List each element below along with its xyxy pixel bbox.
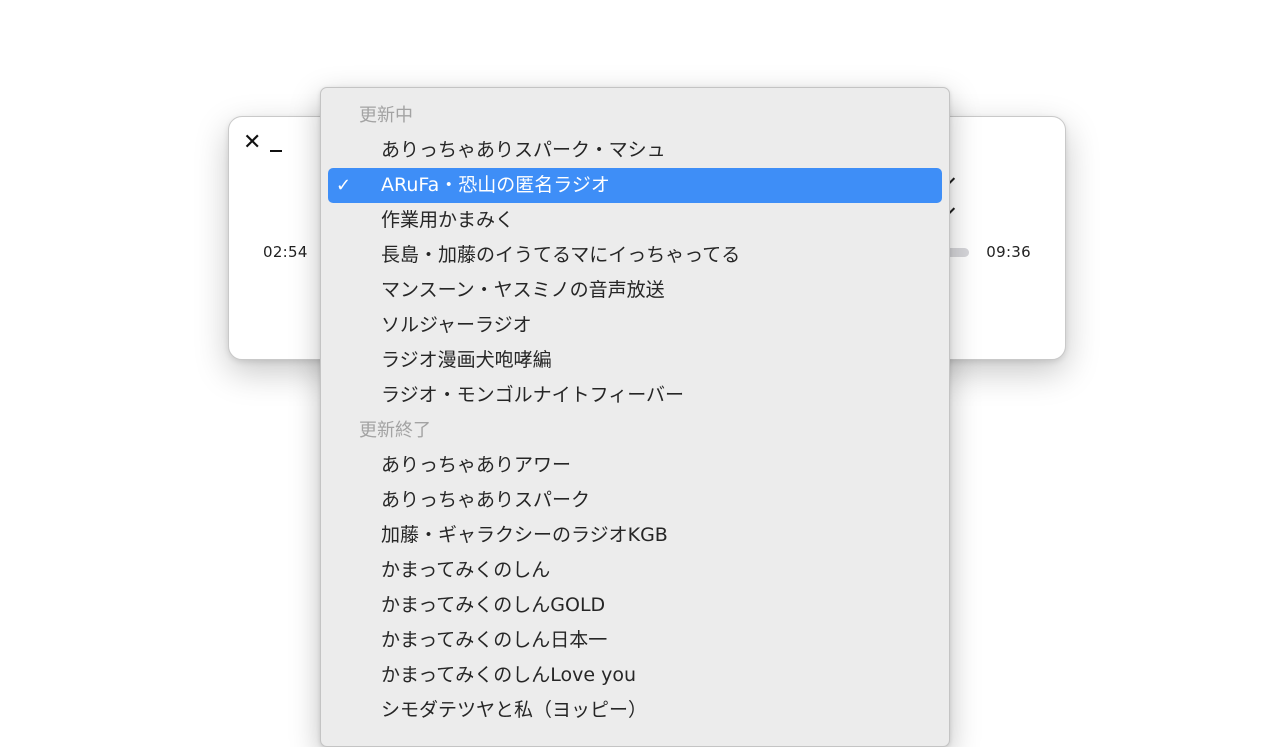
menu-item-label: 長島・加藤のイうてるマにイっちゃってる: [381, 244, 741, 266]
menu-item-label: かまってみくのしん日本一: [381, 629, 608, 651]
menu-item[interactable]: ありっちゃありアワー: [328, 448, 942, 483]
close-icon[interactable]: ✕: [243, 132, 261, 154]
menu-item-label: ありっちゃありアワー: [381, 454, 572, 476]
checkmark-icon: ✓: [336, 175, 352, 196]
menu-item[interactable]: 長島・加藤のイうてるマにイっちゃってる: [328, 238, 942, 273]
menu-item-selected[interactable]: ✓ ARuFa・恐山の匿名ラジオ: [328, 168, 942, 203]
menu-item-label: ラジオ漫画犬咆哮編: [381, 349, 552, 371]
menu-item-label: ありっちゃありスパーク: [381, 489, 591, 511]
menu-item-label: ARuFa・恐山の匿名ラジオ: [381, 174, 610, 196]
menu-item[interactable]: ソルジャーラジオ: [328, 308, 942, 343]
menu-item[interactable]: ありっちゃありスパーク: [328, 483, 942, 518]
menu-item-label: 加藤・ギャラクシーのラジオKGB: [381, 524, 668, 546]
menu-item-label: シモダテツヤと私（ヨッピー）: [381, 699, 648, 721]
menu-item[interactable]: かまってみくのしんLove you: [328, 658, 942, 693]
menu-item-label: かまってみくのしんGOLD: [381, 594, 606, 616]
menu-item[interactable]: ありっちゃありスパーク・マシュ: [328, 133, 942, 168]
menu-item[interactable]: かまってみくのしん: [328, 553, 942, 588]
menu-item-label: マンスーン・ヤスミノの音声放送: [381, 279, 665, 301]
menu-item[interactable]: かまってみくのしんGOLD: [328, 588, 942, 623]
program-dropdown-menu[interactable]: 更新中ありっちゃありスパーク・マシュ ✓ ARuFa・恐山の匿名ラジオ 作業用かまみく…: [320, 87, 950, 747]
menu-item[interactable]: ラジオ・モンゴルナイトフィーバー: [328, 378, 942, 413]
total-time: 09:36: [986, 243, 1031, 261]
menu-section-header: 更新終了: [359, 420, 431, 441]
menu-item[interactable]: かまってみくのしん日本一: [328, 623, 942, 658]
menu-item-label: かまってみくのしんLove you: [381, 664, 637, 686]
menu-section-header: 更新中: [359, 105, 413, 126]
menu-item-label: ソルジャーラジオ: [381, 314, 532, 336]
menu-item-label: ラジオ・モンゴルナイトフィーバー: [381, 384, 685, 406]
menu-item-label: ありっちゃありスパーク・マシュ: [381, 139, 666, 161]
menu-item-label: 作業用かまみく: [381, 209, 515, 231]
minimize-icon[interactable]: [269, 136, 283, 152]
menu-item[interactable]: 加藤・ギャラクシーのラジオKGB: [328, 518, 942, 553]
menu-item-label: かまってみくのしん: [381, 559, 551, 581]
menu-item[interactable]: シモダテツヤと私（ヨッピー）: [328, 693, 942, 728]
menu-item[interactable]: ラジオ漫画犬咆哮編: [328, 343, 942, 378]
menu-item[interactable]: マンスーン・ヤスミノの音声放送: [328, 273, 942, 308]
menu-item[interactable]: 作業用かまみく: [328, 203, 942, 238]
elapsed-time: 02:54: [263, 243, 308, 261]
